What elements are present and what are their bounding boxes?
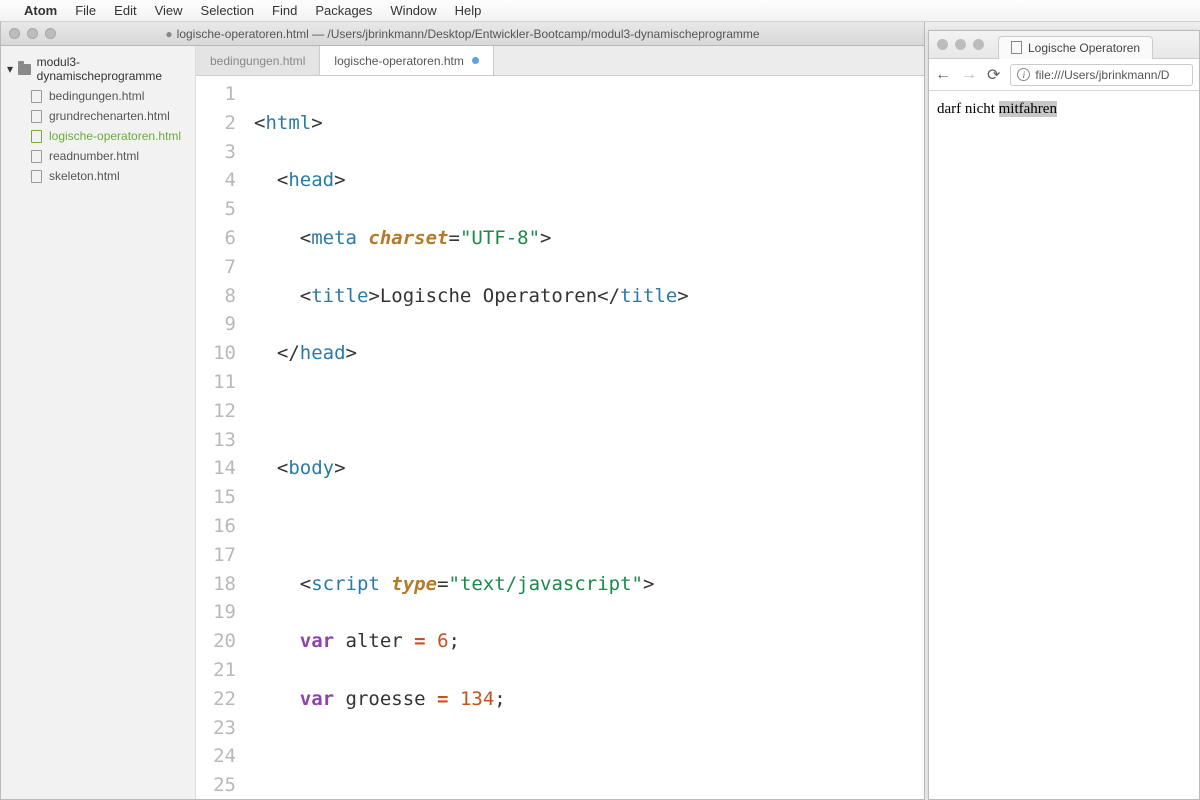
info-icon[interactable]: i	[1017, 68, 1030, 81]
back-button[interactable]: ←	[935, 66, 951, 84]
line-gutter: 1234567891011121314151617181920212223242…	[196, 76, 246, 799]
forward-button[interactable]: →	[961, 66, 977, 84]
tab-active[interactable]: logische-operatoren.html	[320, 46, 494, 75]
close-button[interactable]	[9, 28, 20, 39]
menu-file[interactable]: File	[75, 3, 96, 18]
project-root-label: modul3-dynamischeprogramme	[37, 55, 189, 83]
file-icon	[31, 170, 42, 183]
project-root[interactable]: ▾ modul3-dynamischeprogramme	[1, 52, 195, 86]
file-row-active[interactable]: logische-operatoren.html	[1, 126, 195, 146]
url-bar[interactable]: i file:///Users/jbrinkmann/D	[1010, 64, 1193, 86]
browser-window: Logische Operatoren ← → ⟳ i file:///User…	[928, 30, 1200, 800]
file-row[interactable]: bedingungen.html	[1, 86, 195, 106]
file-icon	[31, 130, 42, 143]
browser-content[interactable]: darf nicht mitfahren	[929, 91, 1199, 799]
close-button[interactable]	[937, 39, 948, 50]
zoom-button[interactable]	[45, 28, 56, 39]
menu-find[interactable]: Find	[272, 3, 297, 18]
menu-help[interactable]: Help	[455, 3, 482, 18]
minimize-button[interactable]	[27, 28, 38, 39]
code-content[interactable]: <html> <head> <meta charset="UTF-8"> <ti…	[246, 76, 924, 799]
menu-window[interactable]: Window	[390, 3, 436, 18]
chevron-down-icon: ▾	[7, 62, 16, 76]
editor-pane: bedingungen.html logische-operatoren.htm…	[196, 46, 924, 799]
menu-edit[interactable]: Edit	[114, 3, 136, 18]
atom-titlebar[interactable]: ●logische-operatoren.html — /Users/jbrin…	[1, 22, 924, 46]
macos-menubar: Atom File Edit View Selection Find Packa…	[0, 0, 1200, 22]
menu-packages[interactable]: Packages	[315, 3, 372, 18]
modified-dot-icon	[472, 57, 479, 64]
browser-window-controls	[937, 39, 984, 50]
menu-selection[interactable]: Selection	[201, 3, 254, 18]
window-title: ●logische-operatoren.html — /Users/jbrin…	[1, 27, 924, 41]
menu-app[interactable]: Atom	[24, 3, 57, 18]
tab-inactive[interactable]: bedingungen.html	[196, 46, 320, 75]
file-icon	[31, 110, 42, 123]
url-text: file:///Users/jbrinkmann/D	[1035, 68, 1169, 82]
page-text-selected: mitfahren	[999, 101, 1057, 117]
window-controls	[9, 28, 56, 39]
browser-toolbar: ← → ⟳ i file:///Users/jbrinkmann/D	[929, 59, 1199, 91]
menu-view[interactable]: View	[155, 3, 183, 18]
atom-editor-window: ●logische-operatoren.html — /Users/jbrin…	[0, 22, 925, 800]
file-icon	[31, 150, 42, 163]
file-row[interactable]: readnumber.html	[1, 146, 195, 166]
folder-icon	[18, 64, 31, 75]
zoom-button[interactable]	[973, 39, 984, 50]
tree-view-sidebar[interactable]: ▾ modul3-dynamischeprogramme bedingungen…	[1, 46, 196, 799]
reload-button[interactable]: ⟳	[987, 65, 1000, 85]
tab-bar: bedingungen.html logische-operatoren.htm…	[196, 46, 924, 76]
browser-titlebar[interactable]: Logische Operatoren	[929, 31, 1199, 59]
file-row[interactable]: skeleton.html	[1, 166, 195, 186]
browser-tab[interactable]: Logische Operatoren	[998, 36, 1153, 59]
file-row[interactable]: grundrechenarten.html	[1, 106, 195, 126]
minimize-button[interactable]	[955, 39, 966, 50]
page-text: darf nicht	[937, 101, 999, 117]
page-icon	[1011, 41, 1022, 54]
code-editor[interactable]: 1234567891011121314151617181920212223242…	[196, 76, 924, 799]
file-icon	[31, 90, 42, 103]
browser-tab-title: Logische Operatoren	[1028, 41, 1140, 55]
